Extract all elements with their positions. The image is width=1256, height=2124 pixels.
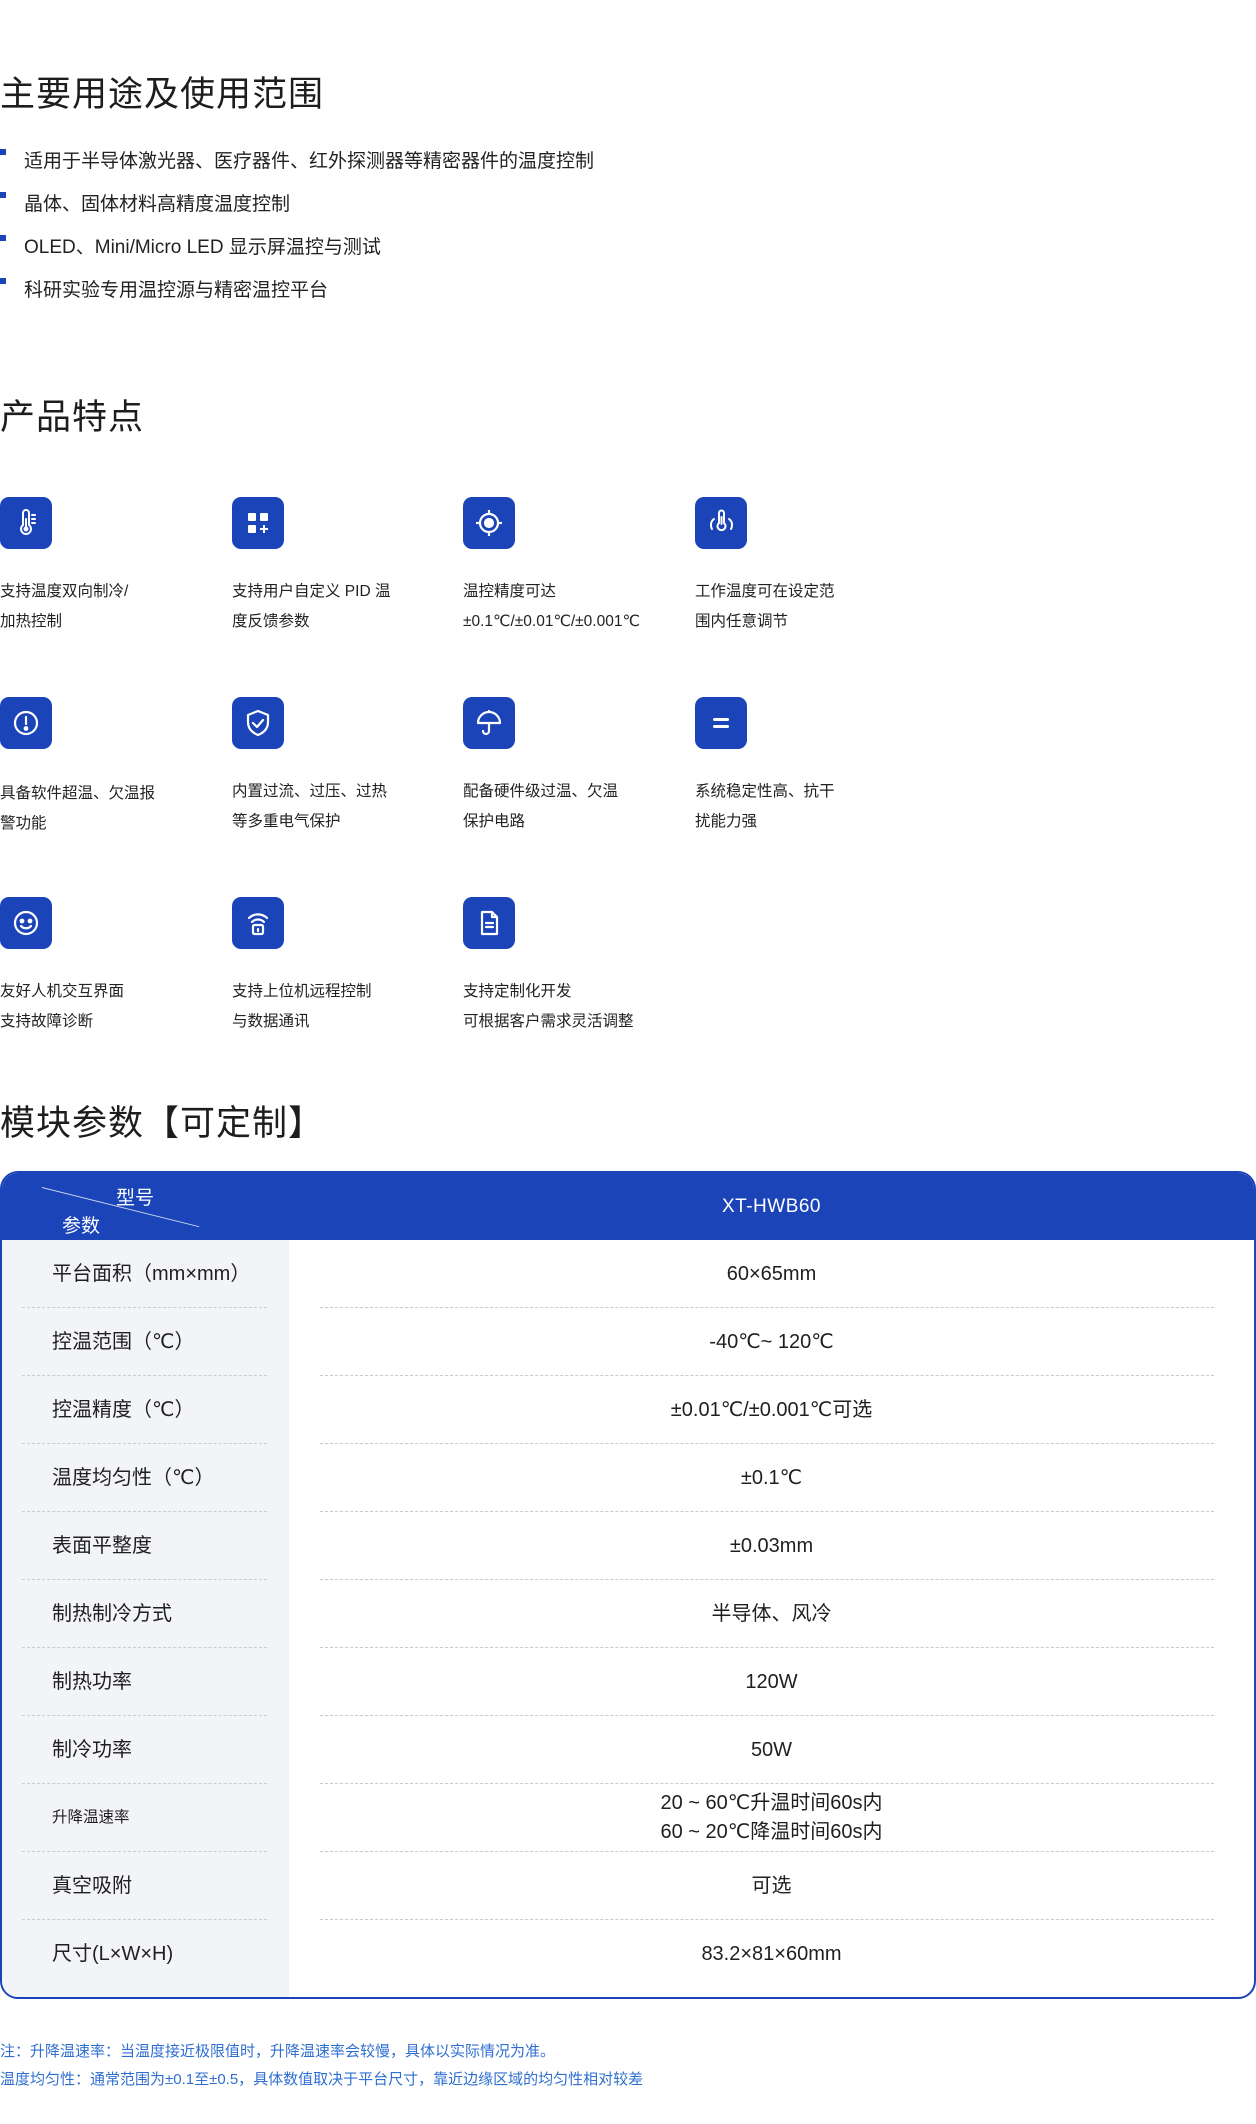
table-row: 制热制冷方式 半导体、风冷 [2,1580,1254,1648]
umbrella-icon [463,697,515,749]
feature-item-bidirectional: 支持温度双向制冷/加热控制 [0,497,220,637]
table-row: 温度均匀性（℃） ±0.1℃ [2,1444,1254,1512]
shield-check-icon [232,697,284,749]
feature-item-adjustable: 工作温度可在设定范 围内任意调节 [695,497,915,637]
remote-signal-icon [232,897,284,949]
usage-list: 适用于半导体激光器、医疗器件、红外探测器等精密器件的温度控制 晶体、固体材料高精… [0,140,594,312]
thermometer-icon [0,497,52,549]
feature-item-hardware: 配备硬件级过温、欠温 保护电路 [463,697,683,837]
feature-item-remote: 支持上位机远程控制 与数据通讯 [232,897,452,1037]
equals-icon [695,697,747,749]
params-section-title: 模块参数【可定制】 [0,1104,325,1143]
feature-item-stability: 系统稳定性高、抗干 扰能力强 [695,697,915,837]
bullet-icon [0,149,6,155]
bullet-icon [0,235,6,241]
feature-item-interface: 友好人机交互界面 支持故障诊断 [0,897,220,1037]
thermometer-hand-icon [695,497,747,549]
params-table: 型号 参数 XT-HWB60 平台面积（mm×mm） 60×65mm 控温范围（… [0,1171,1256,1999]
footnote-line: 注：升降温速率：当温度接近极限值时，升降温速率会较慢，具体以实际情况为准。 [0,2043,556,2060]
target-icon [463,497,515,549]
list-item: OLED、Mini/Micro LED 显示屏温控与测试 [0,226,594,269]
table-row: 尺寸(L×W×H) 83.2×81×60mm [52,1942,842,1966]
footnote-line: 温度均匀性：通常范围为±0.1至±0.5，具体数值取决于平台尺寸，靠近边缘区域的… [0,2071,644,2088]
feature-item-pid: 支持用户自定义 PID 温度反馈参数 [232,497,452,637]
table-row: 制热功率 120W [2,1648,1254,1716]
table-row: 制冷功率 50W [2,1716,1254,1784]
feature-item-alarm: 具备软件超温、欠温报 警功能 [0,697,220,839]
usage-section-title: 主要用途及使用范围 [0,75,325,114]
grid-plus-icon [232,497,284,549]
list-item: 科研实验专用温控源与精密温控平台 [0,269,594,312]
footnotes: 注：升降温速率：当温度接近极限值时，升降温速率会较慢，具体以实际情况为准。 温度… [0,2038,643,2094]
alert-circle-icon [0,697,52,749]
feature-item-custom: 支持定制化开发 可根据客户需求灵活调整 [463,897,683,1037]
header-model-label: 型号 [116,1188,155,1209]
bullet-icon [0,192,6,198]
feature-item-precision: 温控精度可达 ±0.1℃/±0.01℃/±0.001℃ [463,497,683,637]
bullet-icon [0,278,6,284]
table-header: 型号 参数 XT-HWB60 [2,1173,1254,1240]
table-row: 平台面积（mm×mm） 60×65mm [2,1240,1254,1308]
header-model-value: XT-HWB60 [721,1196,822,1217]
table-row: 真空吸附 可选 [2,1852,1254,1920]
list-item: 晶体、固体材料高精度温度控制 [0,183,594,226]
header-param-label: 参数 [62,1216,101,1237]
feature-item-protection: 内置过流、过压、过热 等多重电气保护 [232,697,452,837]
table-row: 表面平整度 ±0.03mm [2,1512,1254,1580]
list-item: 适用于半导体激光器、医疗器件、红外探测器等精密器件的温度控制 [0,140,594,183]
features-section-title: 产品特点 [0,398,145,437]
table-row: 控温范围（℃） -40℃~ 120℃ [2,1308,1254,1376]
document-icon [463,897,515,949]
table-row: 升降温速率 20 ~ 60℃升温时间60s内 60 ~ 20℃降温时间60s内 [2,1784,1254,1852]
table-row: 控温精度（℃） ±0.01℃/±0.001℃可选 [2,1376,1254,1444]
smiley-icon [0,897,52,949]
